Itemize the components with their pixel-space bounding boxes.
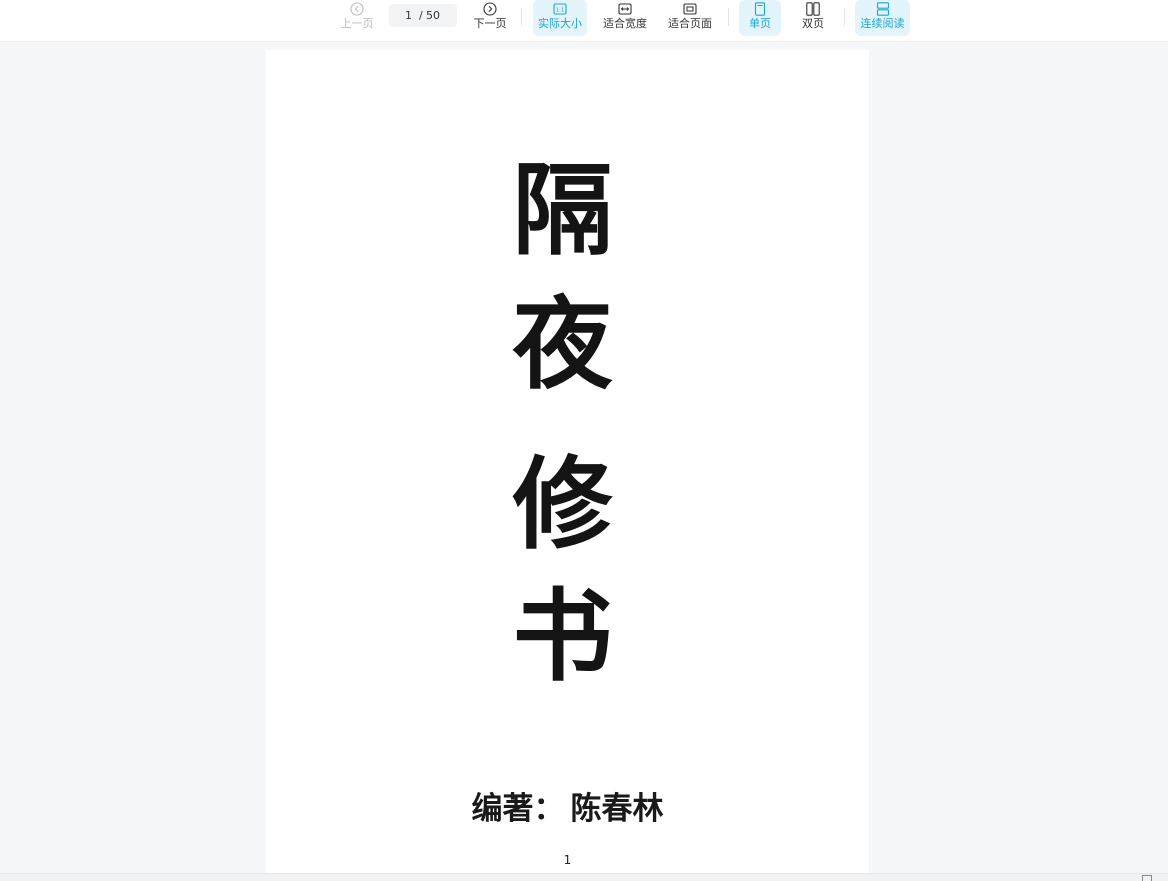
fit-page-label: 适合页面 — [668, 17, 712, 30]
chevron-left-circle-icon — [350, 2, 364, 16]
document-page: 隔 夜 修 书 编著： 陈春林 1 — [266, 50, 869, 873]
toolbar-divider — [728, 8, 729, 26]
actual-size-label: 实际大小 — [538, 17, 582, 30]
fit-page-icon — [683, 3, 697, 15]
title-char: 书 — [512, 577, 613, 695]
continuous-reading-button[interactable]: 连续阅读 — [855, 0, 910, 36]
title-char: 隔 — [512, 151, 613, 269]
fit-page-button[interactable]: 适合页面 — [665, 0, 715, 36]
viewer-toolbar: 上一页 1 / 50 下一页 1:1 实际大小 适合宽度 适合页面 单页 双页 … — [0, 0, 1168, 42]
chevron-right-circle-icon — [483, 2, 497, 16]
toolbar-divider — [521, 8, 522, 26]
prev-page-button[interactable]: 上一页 — [338, 0, 376, 36]
fit-width-icon — [618, 3, 632, 15]
one-to-one-icon: 1:1 — [553, 3, 567, 15]
svg-text:1:1: 1:1 — [556, 8, 565, 14]
single-page-icon — [754, 2, 766, 16]
toolbar-divider — [844, 8, 845, 26]
actual-size-button[interactable]: 1:1 实际大小 — [533, 0, 587, 36]
double-page-button[interactable]: 双页 — [792, 0, 834, 36]
current-page-value[interactable]: 1 — [405, 4, 412, 27]
total-pages-value: 50 — [426, 9, 440, 22]
author-line: 编著： 陈春林 — [266, 783, 869, 828]
double-page-icon — [806, 2, 820, 16]
author-name: 陈春林 — [570, 791, 664, 827]
continuous-reading-label: 连续阅读 — [860, 17, 905, 30]
prev-page-label: 上一页 — [340, 17, 374, 30]
single-page-button[interactable]: 单页 — [739, 0, 781, 36]
bottom-status-bar — [0, 873, 1168, 881]
continuous-scroll-icon — [876, 2, 889, 16]
next-page-button[interactable]: 下一页 — [471, 0, 509, 36]
title-char: 修 — [512, 445, 613, 563]
next-page-label: 下一页 — [473, 17, 507, 30]
single-page-label: 单页 — [749, 17, 771, 30]
page-number-input[interactable]: 1 / 50 — [389, 4, 457, 27]
title-char: 夜 — [512, 285, 613, 403]
page-separator: / — [419, 9, 423, 22]
fit-width-label: 适合宽度 — [603, 17, 647, 30]
double-page-label: 双页 — [802, 17, 824, 30]
panel-toggle-icon[interactable] — [1142, 875, 1152, 881]
fit-width-button[interactable]: 适合宽度 — [600, 0, 650, 36]
author-label: 编著： — [471, 791, 565, 827]
page-number: 1 — [563, 853, 572, 867]
